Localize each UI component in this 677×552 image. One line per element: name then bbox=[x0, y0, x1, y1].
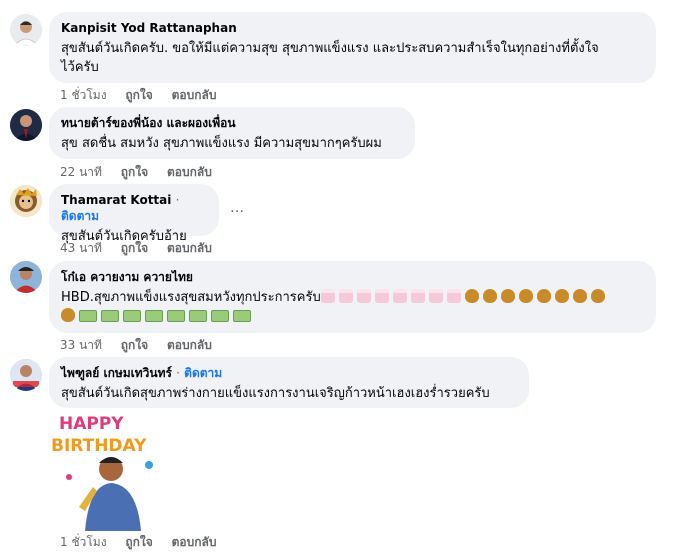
comment-bubble: ทนายต้าร์ของพี่น้อง และผองเพื่อน สุข สดช… bbox=[49, 107, 415, 159]
comment-actions: 1 ชั่วโมง ถูกใจ ตอบกลับ bbox=[60, 86, 231, 105]
comment-author[interactable]: ไพฑูลย์ เกษมเทวินทร์ bbox=[61, 366, 172, 380]
reply-button[interactable]: ตอบกลับ bbox=[167, 338, 212, 352]
like-button[interactable]: ถูกใจ bbox=[121, 241, 148, 255]
banknote-icon bbox=[233, 310, 251, 322]
money-bag-icon bbox=[61, 308, 75, 322]
money-bag-icon bbox=[590, 289, 605, 303]
banknote-icon bbox=[79, 310, 97, 322]
money-bag-icon bbox=[500, 289, 515, 303]
avatar[interactable] bbox=[10, 14, 42, 46]
comment-time[interactable]: 43 นาที bbox=[60, 241, 102, 255]
comment-author[interactable]: Kanpisit Yod Rattanaphan bbox=[61, 20, 644, 36]
comment-author[interactable]: โก๋เอ ควายงาม ควายไทย bbox=[61, 269, 644, 285]
avatar[interactable] bbox=[10, 359, 42, 391]
avatar[interactable] bbox=[10, 185, 42, 217]
separator-dot: · bbox=[175, 193, 180, 207]
birthday-sticker[interactable]: HAPPY BIRTHDAY bbox=[49, 411, 169, 531]
money-bag-icon bbox=[464, 289, 479, 303]
banknote-icon bbox=[123, 310, 141, 322]
reply-button[interactable]: ตอบกลับ bbox=[172, 535, 217, 549]
comment-actions: 1 ชั่วโมง ถูกใจ ตอบกลับ bbox=[60, 533, 231, 552]
money-bag-icon bbox=[536, 289, 551, 303]
money-bag-icon bbox=[572, 289, 587, 303]
like-button[interactable]: ถูกใจ bbox=[121, 338, 148, 352]
sticker-text-happy: HAPPY bbox=[59, 414, 124, 434]
birthday-cake-icon bbox=[392, 289, 407, 303]
avatar-image bbox=[10, 359, 42, 391]
reply-button[interactable]: ตอบกลับ bbox=[167, 241, 212, 255]
separator-dot: · bbox=[176, 366, 180, 380]
comment-actions: 43 นาที ถูกใจ ตอบกลับ bbox=[60, 239, 227, 258]
banknote-icon bbox=[101, 310, 119, 322]
comment-actions: 22 นาที ถูกใจ ตอบกลับ bbox=[60, 163, 227, 182]
birthday-cake-icon bbox=[338, 289, 353, 303]
banknote-icon bbox=[145, 310, 163, 322]
comment-emoji-line bbox=[61, 307, 644, 326]
banknote-icon bbox=[211, 310, 229, 322]
comment-text: HBD.สุขภาพแข็งแรงสุขสมหวังทุกประการครับ bbox=[61, 288, 644, 307]
birthday-cake-icon bbox=[410, 289, 425, 303]
avatar[interactable] bbox=[10, 261, 42, 293]
comment-author[interactable]: ทนายต้าร์ของพี่น้อง และผองเพื่อน bbox=[61, 115, 403, 131]
like-button[interactable]: ถูกใจ bbox=[121, 165, 148, 179]
follow-button[interactable]: ติดตาม bbox=[61, 209, 99, 223]
reply-button[interactable]: ตอบกลับ bbox=[167, 165, 212, 179]
follow-button[interactable]: ติดตาม bbox=[184, 366, 222, 380]
birthday-cake-icon bbox=[374, 289, 389, 303]
money-bag-icon bbox=[482, 289, 497, 303]
comment-text-content: HBD.สุขภาพแข็งแรงสุขสมหวังทุกประการครับ bbox=[61, 290, 321, 305]
reply-button[interactable]: ตอบกลับ bbox=[172, 88, 217, 102]
comment-author-line: Thamarat Kottai · ติดตาม bbox=[61, 192, 207, 224]
comment-bubble: โก๋เอ ควายงาม ควายไทย HBD.สุขภาพแข็งแรงส… bbox=[49, 261, 656, 333]
avatar[interactable] bbox=[10, 109, 42, 141]
happy-birthday-sticker-image: HAPPY BIRTHDAY bbox=[51, 414, 153, 531]
comment-bubble: ไพฑูลย์ เกษมเทวินทร์ · ติดตาม สุขสันต์วั… bbox=[49, 357, 529, 408]
birthday-cake-icon bbox=[446, 289, 461, 303]
comment-text: สุข สดชื่น สมหวัง สุขภาพแข็งแรง มีความสุ… bbox=[61, 136, 382, 151]
comment-time[interactable]: 1 ชั่วโมง bbox=[60, 88, 107, 102]
comment-author[interactable]: Thamarat Kottai bbox=[61, 193, 171, 207]
comment-time[interactable]: 1 ชั่วโมง bbox=[60, 535, 107, 549]
like-button[interactable]: ถูกใจ bbox=[125, 535, 152, 549]
comment-actions: 33 นาที ถูกใจ ตอบกลับ bbox=[60, 336, 227, 355]
avatar-image bbox=[10, 14, 42, 46]
comment-bubble: Thamarat Kottai · ติดตาม สุขสันต์วันเกิด… bbox=[49, 184, 219, 244]
banknote-icon bbox=[189, 310, 207, 322]
money-bag-icon bbox=[518, 289, 533, 303]
comment-author-line: ไพฑูลย์ เกษมเทวินทร์ · ติดตาม bbox=[61, 365, 517, 381]
birthday-cake-icon bbox=[320, 289, 335, 303]
like-button[interactable]: ถูกใจ bbox=[125, 88, 152, 102]
comment-text: สุขสันต์วันเกิดสุขภาพร่างกายแข็งแรงการงา… bbox=[61, 386, 490, 401]
sticker-text-birthday: BIRTHDAY bbox=[51, 436, 147, 456]
money-bag-icon bbox=[554, 289, 569, 303]
avatar-image bbox=[10, 109, 42, 141]
avatar-image bbox=[10, 261, 42, 293]
avatar-image bbox=[10, 185, 42, 217]
comment-time[interactable]: 22 นาที bbox=[60, 165, 102, 179]
comment-bubble: Kanpisit Yod Rattanaphan สุขสันต์วันเกิด… bbox=[49, 12, 656, 83]
banknote-icon bbox=[167, 310, 185, 322]
comment-text-line-1: สุขสันต์วันเกิดครับ. ขอให้มีแต่ความสุข ส… bbox=[61, 41, 599, 56]
birthday-cake-icon bbox=[356, 289, 371, 303]
birthday-cake-icon bbox=[428, 289, 443, 303]
comment-text-line-2: ไว้ครับ bbox=[61, 60, 99, 75]
more-options-icon[interactable]: … bbox=[230, 200, 245, 216]
comment-time[interactable]: 33 นาที bbox=[60, 338, 102, 352]
